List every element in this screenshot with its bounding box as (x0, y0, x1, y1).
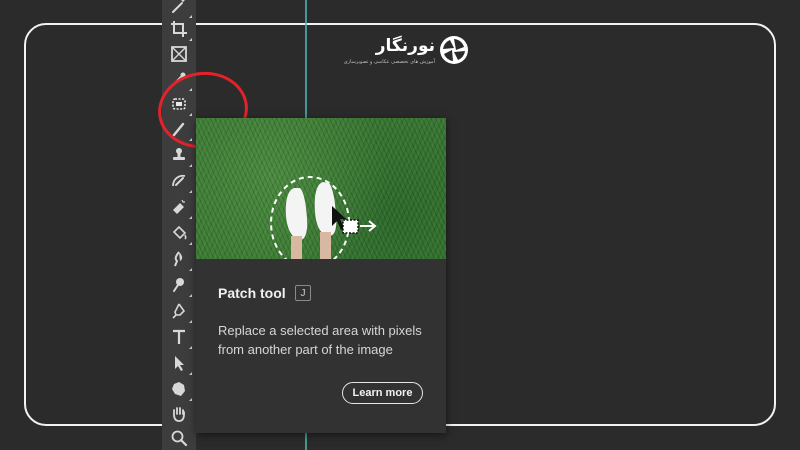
shortcut-key-badge: J (295, 285, 311, 301)
arrow-icon[interactable] (169, 353, 192, 375)
pen-icon[interactable] (169, 301, 192, 323)
logo-text: نورنگار (375, 36, 435, 56)
patch-tool-tooltip: Patch tool J Replace a selected area wit… (196, 118, 446, 433)
frame-icon[interactable] (169, 44, 189, 64)
stamp-icon[interactable] (169, 145, 192, 167)
magic-wand-icon[interactable] (169, 0, 192, 18)
aperture-icon (440, 36, 468, 64)
history-brush-icon[interactable] (169, 171, 192, 193)
crop-icon[interactable] (169, 19, 192, 41)
blur-icon[interactable] (169, 249, 192, 271)
type-icon[interactable] (169, 327, 192, 349)
hand-icon[interactable] (169, 404, 189, 424)
eraser-icon[interactable] (169, 197, 192, 219)
paint-bucket-icon[interactable] (169, 223, 192, 245)
zoom-icon[interactable] (169, 428, 189, 448)
tooltip-title: Patch tool (218, 285, 286, 301)
learn-more-button[interactable]: Learn more (342, 382, 423, 404)
shape-icon[interactable] (169, 379, 192, 401)
dodge-icon[interactable] (169, 275, 192, 297)
tooltip-description: Replace a selected area with pixels from… (218, 323, 422, 357)
tooltip-preview-image (196, 118, 446, 259)
tools-toolbar (162, 0, 196, 450)
logo: نورنگار آموزش های تخصصی عکاسی و تصویرساز… (344, 34, 468, 70)
logo-tagline: آموزش های تخصصی عکاسی و تصویرسازی (343, 59, 435, 65)
